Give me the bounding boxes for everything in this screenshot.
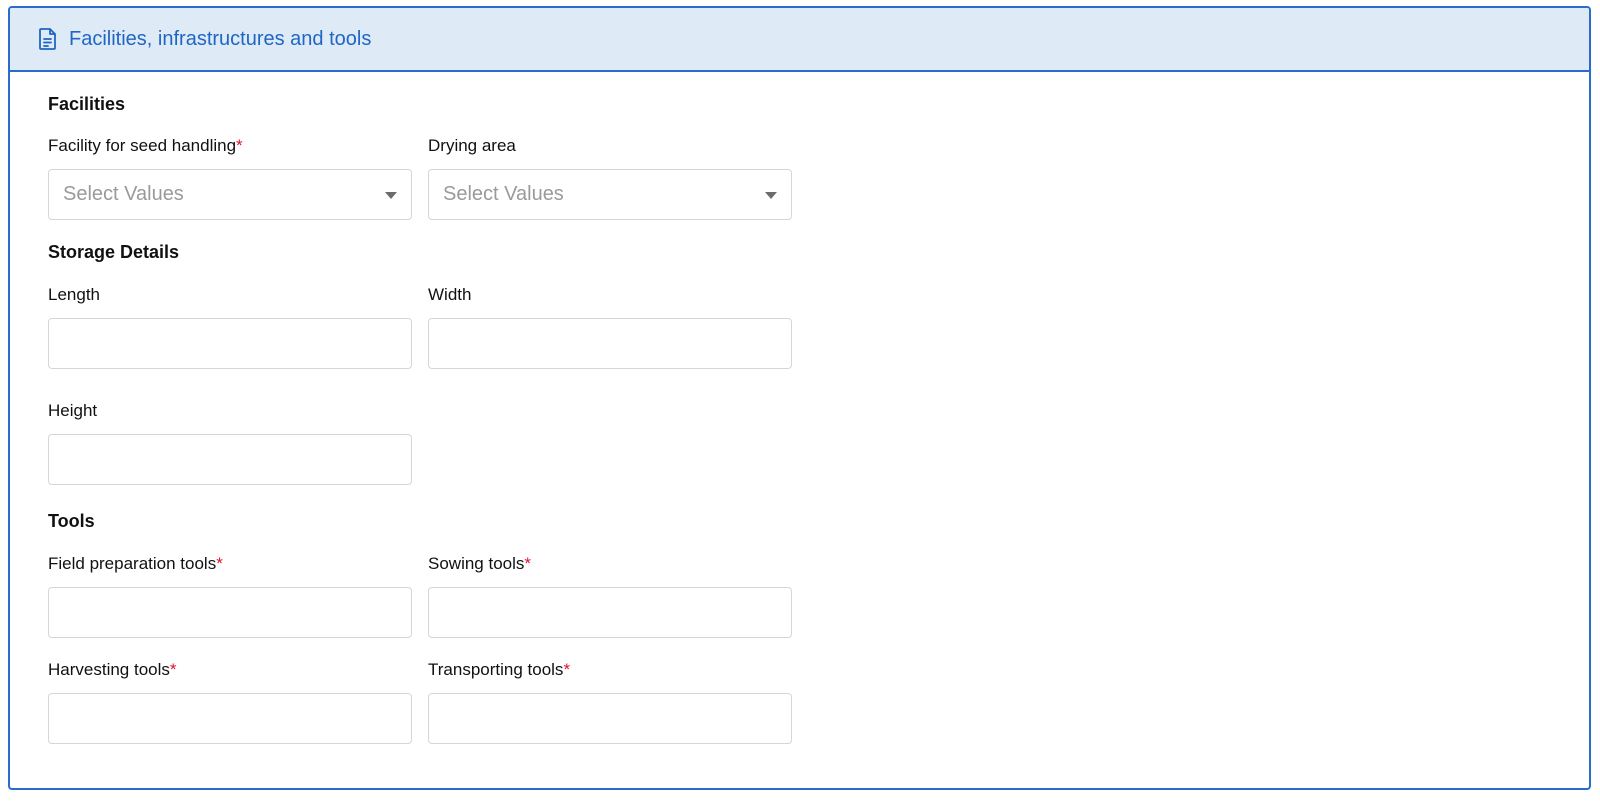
drying-area-select[interactable]: Select Values — [428, 169, 792, 220]
required-mark: * — [524, 554, 532, 573]
width-label: Width — [428, 285, 472, 304]
required-mark: * — [216, 554, 223, 573]
caret-down-icon — [385, 192, 397, 199]
seed-handling-select[interactable]: Select Values — [48, 169, 412, 220]
seed-handling-label: Facility for seed handling* — [48, 136, 243, 156]
transporting-tools-label-text: Transporting tools — [428, 660, 564, 679]
field-preparation-input[interactable] — [48, 587, 412, 638]
facilities-panel: Facilities, infrastructures and tools Fa… — [8, 6, 1591, 790]
section-title-storage: Storage Details — [48, 242, 180, 262]
section-title-facilities: Facilities — [48, 94, 126, 114]
width-input[interactable] — [428, 318, 792, 369]
section-title-tools: Tools — [48, 511, 95, 531]
harvesting-tools-label-text: Harvesting tools — [48, 660, 170, 679]
height-input[interactable] — [48, 434, 412, 485]
field-preparation-label-text: Field preparation tools — [48, 554, 217, 573]
seed-handling-label-text: Facility for seed handling — [48, 136, 237, 155]
harvesting-tools-label: Harvesting tools* — [48, 660, 177, 680]
height-label: Height — [48, 401, 98, 420]
drying-area-label: Drying area — [428, 136, 516, 155]
length-label: Length — [48, 285, 100, 304]
drying-area-placeholder: Select Values — [443, 183, 564, 205]
required-mark: * — [236, 136, 243, 155]
transporting-tools-label: Transporting tools* — [428, 660, 570, 680]
length-input[interactable] — [48, 318, 412, 369]
field-preparation-label: Field preparation tools* — [48, 554, 223, 574]
caret-down-icon — [765, 192, 777, 199]
seed-handling-placeholder: Select Values — [63, 183, 184, 205]
required-mark: * — [169, 660, 177, 679]
sowing-tools-label: Sowing tools* — [428, 554, 531, 574]
panel-header[interactable]: Facilities, infrastructures and tools — [10, 8, 1589, 72]
panel-title: Facilities, infrastructures and tools — [69, 27, 372, 50]
sowing-tools-input[interactable] — [428, 587, 792, 638]
harvesting-tools-input[interactable] — [48, 693, 412, 744]
sowing-tools-label-text: Sowing tools — [428, 554, 525, 573]
transporting-tools-input[interactable] — [428, 693, 792, 744]
required-mark: * — [563, 660, 571, 679]
document-icon — [37, 27, 59, 51]
